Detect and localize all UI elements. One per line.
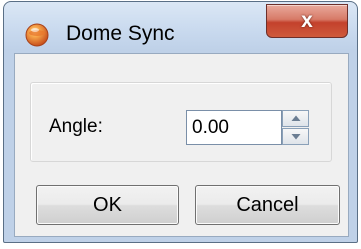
dialog-body: Angle: OK Cancel [14,53,349,237]
dome-sync-dialog: Dome Sync x Angle: OK Cancel [3,1,358,243]
title-bar[interactable]: Dome Sync x [4,2,357,52]
angle-spinner [282,110,309,145]
spin-down-button[interactable] [282,128,309,145]
angle-label: Angle: [49,116,103,137]
cancel-button[interactable]: Cancel [195,185,340,225]
app-orange-orb-icon [24,22,50,48]
close-button[interactable]: x [266,4,348,38]
angle-input[interactable] [186,110,282,145]
spin-up-button[interactable] [282,110,309,127]
window-title: Dome Sync [66,22,175,45]
chevron-up-icon [291,115,301,121]
close-icon: x [301,9,313,32]
chevron-down-icon [291,134,301,140]
ok-button[interactable]: OK [36,185,179,225]
